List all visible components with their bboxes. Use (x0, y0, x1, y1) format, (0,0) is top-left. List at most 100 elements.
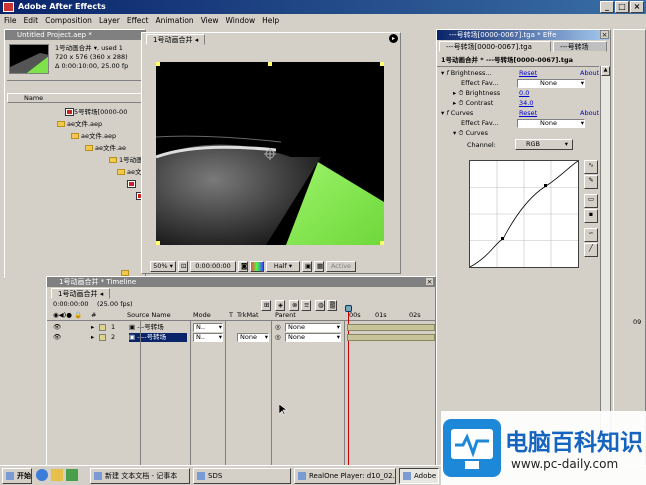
menu-help[interactable]: Help (262, 16, 279, 25)
timeline-close-icon[interactable]: × (425, 277, 434, 286)
brightness-prop[interactable]: ▸ ⏱ Brightness (453, 89, 500, 98)
layer-twirl[interactable]: ▸ (91, 333, 94, 342)
tab-effect-layer2[interactable]: ---号转场 (553, 41, 607, 52)
parent-dropdown[interactable]: None ▾ (285, 333, 341, 342)
draft-3d-icon[interactable]: ⊗ (289, 300, 299, 311)
col-source-header[interactable]: Source Name (127, 311, 171, 320)
brightness-reset-link[interactable]: Reset (519, 69, 537, 78)
layer-row[interactable]: 👁 ▸ 1 ▣ ---号转场 N.. ▾ ◎ None ▾ (47, 323, 435, 333)
project-item[interactable]: ae文件.aep (57, 120, 102, 129)
menu-layer[interactable]: Layer (99, 16, 120, 25)
smooth-curve-icon[interactable]: ∽ (584, 228, 598, 242)
effect-brightness-row[interactable]: ▾ f Brightness... (441, 69, 492, 78)
show-channel-icon[interactable] (250, 260, 264, 272)
time-ruler[interactable]: 00s 01s 02s (347, 311, 435, 321)
resolution-dropdown[interactable]: Half ▾ (266, 260, 300, 272)
layer-name[interactable]: ▣ ---号转场 (129, 323, 187, 332)
maximize-button[interactable]: □ (615, 1, 629, 13)
layer-name[interactable]: ▣ ----号转场 (129, 333, 187, 342)
eye-icon[interactable]: 👁 (53, 333, 61, 342)
reset-curve-icon[interactable]: ╱ (584, 243, 598, 257)
camera-dropdown[interactable]: Active (326, 260, 356, 272)
task-after-effects[interactable]: Adobe A (399, 468, 439, 484)
effect-curves-row[interactable]: ▾ f Curves (441, 109, 473, 118)
label-color-swatch[interactable] (99, 334, 106, 341)
label-color-swatch[interactable] (99, 324, 106, 331)
handle-tl[interactable] (156, 62, 160, 66)
graph-editor-icon[interactable]: ▒ (327, 300, 337, 311)
eye-icon[interactable]: 👁 (53, 323, 61, 332)
project-item[interactable]: ae文件.ae (85, 144, 126, 153)
motion-blur-icon[interactable]: ◍ (315, 300, 325, 311)
task-sds[interactable]: SDS (193, 468, 291, 484)
mode-dropdown[interactable]: N.. ▾ (193, 323, 223, 332)
project-item[interactable]: ae文件.aep (71, 132, 116, 141)
live-update-icon[interactable]: ◈ (275, 300, 285, 311)
effect-panel-close-icon[interactable]: × (600, 30, 609, 39)
layer-twirl[interactable]: ▸ (91, 323, 94, 332)
safe-zones-button[interactable]: ⊡ (178, 260, 188, 272)
zoom-dropdown[interactable]: 50% ▾ (150, 260, 176, 272)
comp-timecode[interactable]: 0:00:00:00 (190, 260, 236, 272)
timeline-timecode[interactable]: 0:00:00:00 (53, 300, 89, 309)
comp-marker-icon[interactable]: ⊞ (261, 300, 271, 311)
handle-bl[interactable] (156, 241, 160, 245)
contrast-prop[interactable]: ▸ ⏱ Contrast (453, 99, 493, 108)
task-notepad[interactable]: 新建 文本文档 - 记事本 (90, 468, 190, 484)
handle-br[interactable] (380, 241, 384, 245)
parent-pickwhip-icon[interactable]: ◎ (275, 323, 281, 332)
layer-duration-bar[interactable] (347, 324, 435, 331)
menu-file[interactable]: File (4, 16, 17, 25)
menu-view[interactable]: View (201, 16, 219, 25)
parent-pickwhip-icon[interactable]: ◎ (275, 333, 281, 342)
ie-icon[interactable] (36, 469, 48, 481)
menu-composition[interactable]: Composition (45, 16, 92, 25)
cti-head[interactable] (345, 305, 352, 312)
menu-window[interactable]: Window (226, 16, 256, 25)
tab-timeline-comp[interactable]: 1号动画合并 ◂ (51, 288, 111, 299)
desktop-icon[interactable] (66, 469, 78, 481)
curves-fav-dropdown[interactable]: None ▾ (517, 119, 585, 128)
curves-graph[interactable] (469, 160, 579, 268)
menu-animation[interactable]: Animation (155, 16, 193, 25)
tab-effect-layer1[interactable]: ---号转场[0000-0067].tga (439, 41, 551, 52)
layer-duration-bar[interactable] (347, 334, 435, 341)
minimize-button[interactable]: _ (600, 1, 614, 13)
comp-viewer[interactable] (156, 62, 384, 245)
curves-reset-link[interactable]: Reset (519, 109, 537, 118)
contrast-value[interactable]: 34.0 (519, 99, 533, 108)
project-item[interactable]: 1号动画 (109, 156, 143, 165)
curves-prop[interactable]: ▾ ⏱ Curves (453, 129, 488, 138)
mode-dropdown[interactable]: N.. ▾ (193, 333, 223, 342)
col-mode-header[interactable]: Mode (193, 311, 211, 320)
layer-row[interactable]: 👁 ▸ 2 ▣ ----号转场 N.. ▾ None ▾ ◎ None ▾ (47, 333, 435, 343)
handle-tr[interactable] (380, 62, 384, 66)
close-button[interactable]: × (630, 1, 644, 13)
effect-scrollbar[interactable]: ▲ (600, 66, 610, 466)
col-trkmat-header[interactable]: TrkMat (237, 311, 259, 320)
tab-composition[interactable]: 1号动画合并 ◂ (146, 34, 206, 45)
menu-edit[interactable]: Edit (24, 16, 39, 25)
trkmat-dropdown[interactable]: None ▾ (237, 333, 269, 342)
save-curve-icon[interactable]: ▪ (584, 209, 598, 223)
project-item[interactable]: ae文 (117, 168, 141, 177)
open-curve-icon[interactable]: ▭ (584, 194, 598, 208)
start-button[interactable]: 开始 (2, 468, 32, 484)
brightness-fav-dropdown[interactable]: None ▾ (517, 79, 585, 88)
task-realone[interactable]: RealOne Player: d10_02... (294, 468, 396, 484)
transparency-grid-icon[interactable]: ▦ (314, 260, 324, 272)
menu-effect[interactable]: Effect (127, 16, 149, 25)
channel-dropdown[interactable]: RGB ▾ (515, 139, 573, 150)
frame-blend-icon[interactable]: ≡ (301, 300, 311, 311)
footage-icon[interactable] (127, 180, 136, 188)
brightness-value[interactable]: 0.0 (519, 89, 529, 98)
project-item[interactable]: 5号转场[0000-00 (65, 108, 127, 117)
project-column-header[interactable]: Name (7, 93, 143, 103)
bezier-tool-icon[interactable]: ∿ (584, 160, 598, 174)
panel-menu-arrow[interactable]: ▸ (389, 34, 398, 43)
roi-icon[interactable]: ▣ (302, 260, 312, 272)
pencil-tool-icon[interactable]: ✎ (584, 175, 598, 189)
handle-tc[interactable] (268, 62, 272, 66)
col-parent-header[interactable]: Parent (275, 311, 296, 320)
parent-dropdown[interactable]: None ▾ (285, 323, 341, 332)
